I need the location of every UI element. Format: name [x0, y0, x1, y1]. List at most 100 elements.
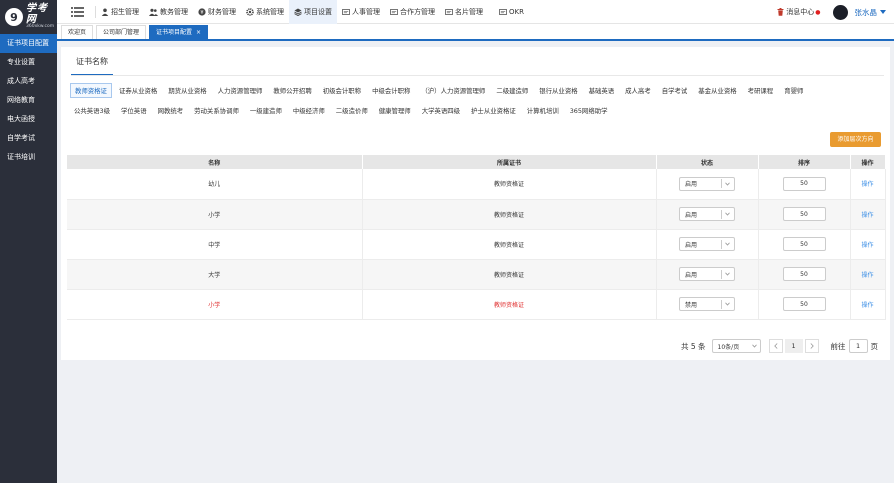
message-center[interactable]: 消息中心 ●	[777, 7, 821, 17]
column-header-cert: 所属证书	[362, 155, 657, 169]
card-icon	[390, 8, 398, 16]
prev-page-button[interactable]	[768, 339, 783, 353]
cert-category-tab[interactable]: 一级建造师	[246, 104, 286, 117]
gear-icon	[246, 7, 254, 16]
cert-category-tab[interactable]: 基金从业资格	[694, 84, 740, 97]
cert-category-tab[interactable]: 中级会计职称	[368, 84, 414, 97]
cell-cert: 教师资格证	[362, 169, 657, 200]
cert-category-tab[interactable]: 初级会计职称	[319, 84, 365, 97]
cert-category-tab[interactable]: 基础英语	[585, 84, 619, 97]
cert-category-tab[interactable]: 人力资源管理师	[214, 84, 267, 97]
cert-category-tab[interactable]: （沪）人力资源管理师	[417, 84, 489, 97]
cert-category-tab[interactable]: 健康管理师	[375, 104, 415, 117]
user-name[interactable]: 张水晶	[855, 7, 878, 18]
avatar[interactable]	[832, 4, 848, 20]
cert-category-tab[interactable]: 银行从业资格	[535, 84, 581, 97]
page-number-current[interactable]: 1	[784, 339, 803, 353]
nav-academic[interactable]: 教务管理	[144, 0, 193, 24]
sort-order-input[interactable]	[782, 237, 826, 251]
nav-partner[interactable]: 合作方管理	[385, 0, 440, 24]
page-size-select[interactable]: 10条/页	[711, 339, 761, 353]
nav-business-card[interactable]: 名片管理	[440, 0, 488, 24]
nav-okr[interactable]: OKR	[494, 0, 529, 24]
user-icon	[101, 8, 109, 16]
cell-action: 操作	[850, 229, 886, 260]
chevron-down-icon	[721, 179, 730, 188]
sidebar-item-adult-exam[interactable]: 成人高考	[0, 72, 57, 91]
cell-cert: 教师资格证	[362, 259, 657, 290]
cell-name: 大学	[67, 259, 363, 290]
cert-category-tab[interactable]: 二级建造师	[492, 84, 532, 97]
status-select[interactable]: 启用	[679, 267, 735, 281]
nav-system[interactable]: 系统管理	[241, 0, 289, 24]
next-page-button[interactable]	[804, 339, 819, 353]
pagination: 共 5 条 10条/页 1 前往 1 页	[681, 339, 878, 353]
action-link[interactable]: 操作	[861, 242, 873, 249]
status-select[interactable]: 启用	[679, 207, 735, 221]
sidebar-item-online-edu[interactable]: 网络教育	[0, 91, 57, 110]
table-row: 小学教师资格证 禁用 操作	[67, 289, 886, 320]
cert-category-tab[interactable]: 计算机培训	[523, 104, 563, 117]
cert-category-list: 教师资格证 证券从业资格 期货从业资格 人力资源管理师 教师公开招聘 初级会计职称 中级会计…	[70, 80, 885, 120]
goto-prefix: 前往	[830, 341, 846, 351]
card-icon	[445, 8, 453, 16]
cell-status: 启用	[656, 229, 759, 260]
goto-page-input[interactable]: 1	[848, 339, 868, 353]
cert-category-tab[interactable]: 劳动关系协调师	[190, 104, 243, 117]
nav-hr[interactable]: 人事管理	[337, 0, 385, 24]
cert-category-tab[interactable]: 大学英语四级	[418, 104, 464, 117]
sidebar-item-major-settings[interactable]: 专业设置	[0, 53, 57, 72]
add-level-direction-button[interactable]: 添加层次方向	[830, 132, 881, 147]
page-tabs: 欢迎页 公司部门管理 证书项目配置 ×	[57, 24, 894, 41]
users-icon	[149, 8, 158, 16]
sort-order-input[interactable]	[782, 297, 826, 311]
tab-company-departments[interactable]: 公司部门管理	[96, 25, 147, 39]
level-table: 名称 所属证书 状态 排序 操作 幼儿教师资格证启用操作小学教师资格证启用操作中…	[67, 155, 886, 320]
nav-enrollment[interactable]: 招生管理	[96, 0, 144, 24]
top-navbar: 招生管理 教务管理 ¥ 财务管理 系统管理 项目设置 人事管理 合作方管理 名片…	[57, 0, 894, 24]
cert-category-tab[interactable]: 二级造价师	[332, 104, 372, 117]
close-icon[interactable]: ×	[196, 29, 201, 36]
logo[interactable]: 9 学考网 360xkw.com	[0, 0, 57, 34]
chevron-down-icon	[721, 210, 730, 219]
action-link[interactable]: 操作	[861, 212, 873, 219]
cert-category-tab[interactable]: 公共英语3级	[70, 104, 114, 117]
sort-order-input[interactable]	[782, 176, 826, 191]
chevron-right-icon	[810, 343, 814, 349]
sidebar-item-tv-university[interactable]: 电大函授	[0, 110, 57, 129]
cert-category-tab[interactable]: 中级经济师	[289, 104, 329, 117]
cert-category-tab[interactable]: 学位英语	[117, 104, 151, 117]
menu-toggle-icon[interactable]	[65, 0, 89, 24]
status-select[interactable]: 启用	[679, 176, 735, 191]
cert-category-tab[interactable]: 成人高考	[621, 84, 655, 97]
sort-order-input[interactable]	[782, 207, 826, 221]
status-select[interactable]: 禁用	[679, 297, 735, 311]
cert-category-tab[interactable]: 期货从业资格	[164, 84, 210, 97]
chevron-down-icon	[721, 270, 730, 279]
sort-order-input[interactable]	[782, 267, 826, 281]
nav-project-settings[interactable]: 项目设置	[289, 0, 337, 24]
cert-category-tab[interactable]: 教师公开招聘	[269, 84, 315, 97]
sidebar-item-cert-config[interactable]: 证书项目配置	[0, 34, 57, 53]
tab-cert-config[interactable]: 证书项目配置 ×	[149, 25, 209, 39]
action-link[interactable]: 操作	[861, 302, 873, 309]
tab-welcome[interactable]: 欢迎页	[61, 25, 94, 39]
cert-category-tab[interactable]: 网教统考	[154, 104, 188, 117]
cert-category-tab[interactable]: 考研课程	[744, 84, 778, 97]
cert-category-tab[interactable]: 育婴师	[780, 84, 807, 97]
layers-icon	[294, 8, 302, 16]
caret-down-icon[interactable]	[880, 10, 886, 14]
action-link[interactable]: 操作	[861, 272, 873, 279]
sidebar-item-cert-training[interactable]: 证书培训	[0, 148, 57, 167]
cert-category-tab[interactable]: 教师资格证	[70, 82, 112, 98]
nav-finance[interactable]: ¥ 财务管理	[193, 0, 241, 24]
cert-category-tab[interactable]: 护士从业资格证	[467, 104, 520, 117]
status-select[interactable]: 启用	[679, 237, 735, 251]
action-link[interactable]: 操作	[861, 181, 873, 188]
cell-status: 启用	[656, 259, 759, 290]
cert-category-tab[interactable]: 证券从业资格	[115, 84, 161, 97]
sidebar-item-self-study[interactable]: 自学考试	[0, 129, 57, 148]
cell-cert: 教师资格证	[362, 229, 657, 260]
cert-category-tab[interactable]: 自学考试	[658, 84, 692, 97]
cert-category-tab[interactable]: 365网络助学	[566, 104, 612, 117]
